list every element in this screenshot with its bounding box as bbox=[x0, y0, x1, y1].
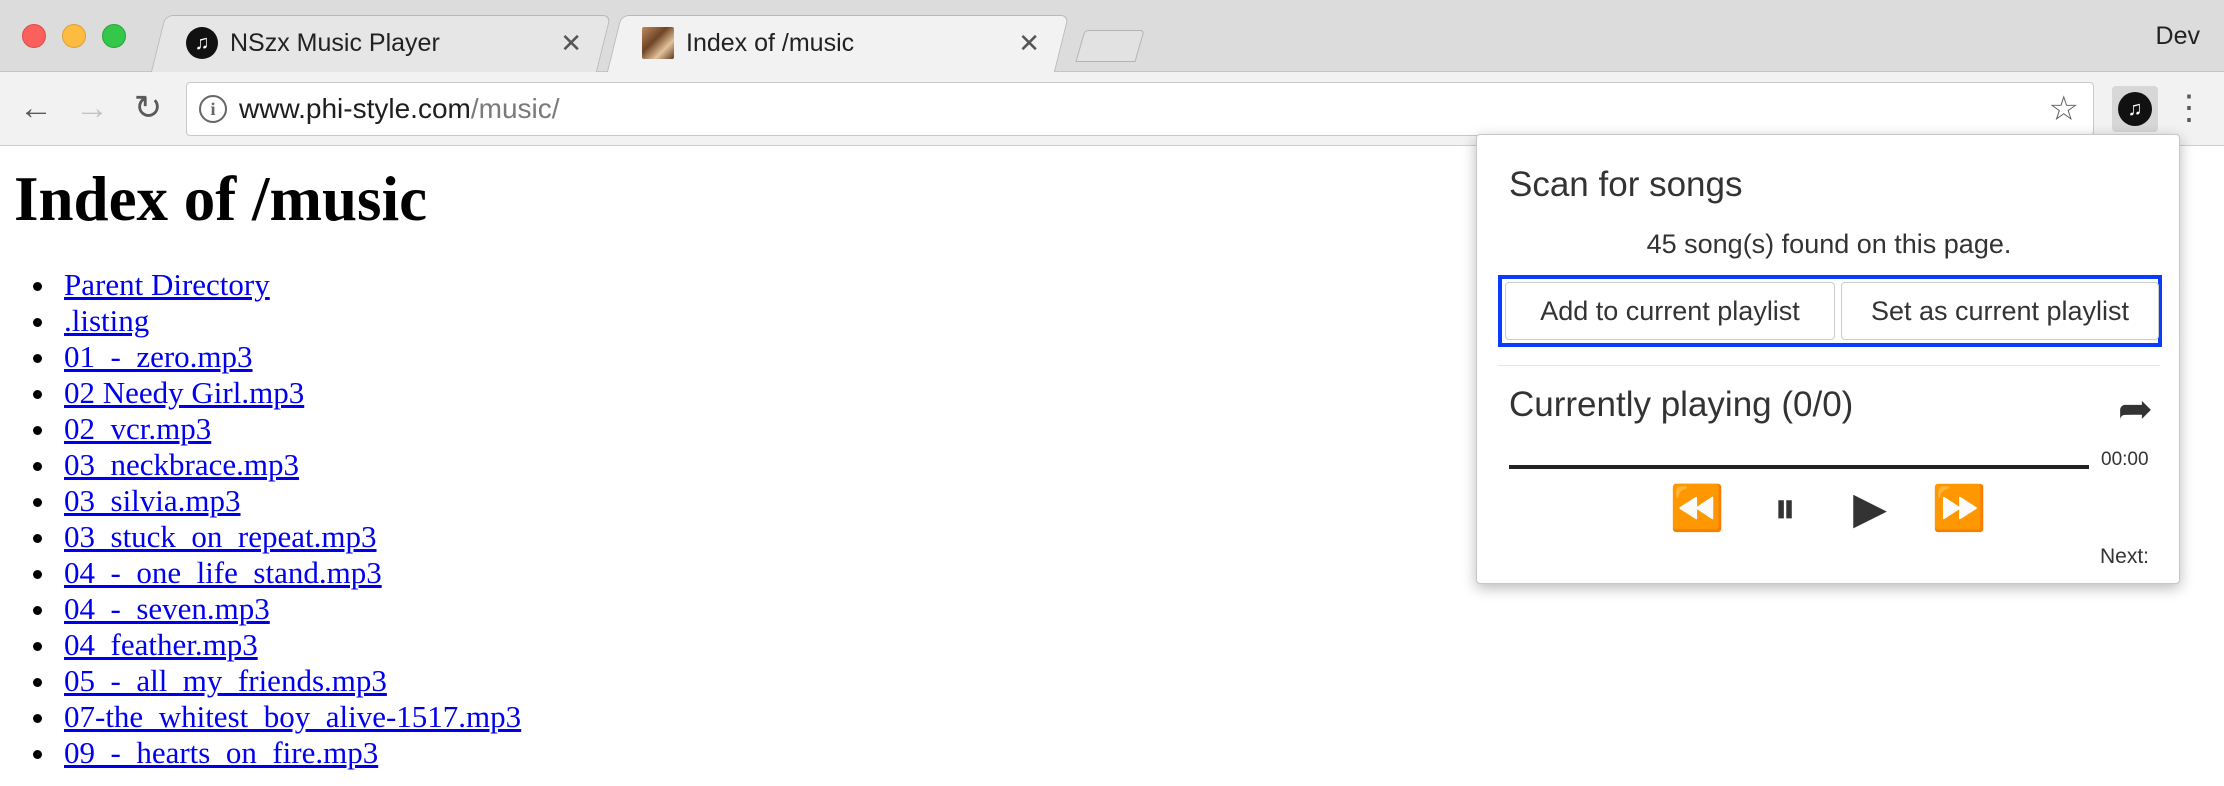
reload-icon[interactable]: ↻ bbox=[128, 88, 168, 128]
zoom-window-button[interactable] bbox=[102, 24, 126, 48]
add-to-playlist-button[interactable]: Add to current playlist bbox=[1505, 282, 1835, 340]
close-window-button[interactable] bbox=[22, 24, 46, 48]
file-link[interactable]: 04_feather.mp3 bbox=[64, 627, 258, 662]
list-item: Parent Directory bbox=[58, 267, 521, 303]
profile-name[interactable]: Dev bbox=[2156, 22, 2200, 51]
file-link[interactable]: 04_-_seven.mp3 bbox=[64, 591, 270, 626]
list-item: .listing bbox=[58, 303, 521, 339]
songs-found-text: 45 song(s) found on this page. bbox=[1646, 229, 2012, 259]
file-link[interactable]: 02_vcr.mp3 bbox=[64, 411, 211, 446]
file-link[interactable]: 03_silvia.mp3 bbox=[64, 483, 241, 518]
info-icon[interactable]: i bbox=[199, 95, 227, 123]
playlist-button-group: Add to current playlist Set as current p… bbox=[1498, 275, 2162, 347]
file-link[interactable]: 07-the_whitest_boy_alive-1517.mp3 bbox=[64, 699, 521, 734]
time-display: 00:00 bbox=[2101, 449, 2149, 470]
file-link[interactable]: Parent Directory bbox=[64, 267, 270, 302]
fast-forward-icon[interactable]: ⏩ bbox=[1931, 483, 1987, 535]
set-as-playlist-button[interactable]: Set as current playlist bbox=[1841, 282, 2159, 340]
list-item: 04_-_one_life_stand.mp3 bbox=[58, 555, 521, 591]
file-link[interactable]: 05_-_all_my_friends.mp3 bbox=[64, 663, 387, 698]
list-item: 07-the_whitest_boy_alive-1517.mp3 bbox=[58, 699, 521, 735]
url-text[interactable]: www.phi-style.com/music/ bbox=[239, 93, 560, 125]
tab-title: NSzx Music Player bbox=[230, 29, 440, 57]
forward-arrow-icon[interactable]: → bbox=[72, 88, 112, 128]
new-tab-button[interactable] bbox=[1075, 30, 1145, 62]
tab-nszx-music-player[interactable]: ♫ NSzx Music Player ✕ bbox=[150, 15, 612, 72]
list-item: 03_neckbrace.mp3 bbox=[58, 447, 521, 483]
divider bbox=[1498, 365, 2160, 366]
tab-index-of-music[interactable]: Index of /music ✕ bbox=[606, 15, 1070, 72]
page-heading: Index of /music bbox=[14, 164, 428, 234]
list-item: 09_-_hearts_on_fire.mp3 bbox=[58, 735, 521, 771]
file-link[interactable]: .listing bbox=[64, 303, 149, 338]
share-arrow-icon[interactable]: ➦ bbox=[2118, 387, 2153, 431]
bookmark-star-icon[interactable]: ☆ bbox=[2049, 91, 2079, 127]
back-arrow-icon[interactable]: ← bbox=[16, 88, 56, 128]
pause-icon[interactable]: ⏸ bbox=[1765, 483, 1805, 535]
music-note-icon: ♫ bbox=[186, 27, 218, 59]
file-link[interactable]: 04_-_one_life_stand.mp3 bbox=[64, 555, 382, 590]
file-list: Parent Directory.listing01_-_zero.mp302 … bbox=[58, 267, 521, 771]
list-item: 03_stuck_on_repeat.mp3 bbox=[58, 519, 521, 555]
list-item: 04_-_seven.mp3 bbox=[58, 591, 521, 627]
tab-strip: ♫ NSzx Music Player ✕ Index of /music ✕ … bbox=[0, 0, 2224, 72]
file-link[interactable]: 01_-_zero.mp3 bbox=[64, 339, 253, 374]
list-item: 02 Needy Girl.mp3 bbox=[58, 375, 521, 411]
page-content: Index of /music Parent Directory.listing… bbox=[14, 146, 521, 771]
music-note-icon: ♫ bbox=[2118, 92, 2152, 126]
extension-popup: Scan for songs 45 song(s) found on this … bbox=[1476, 134, 2180, 584]
close-tab-icon[interactable]: ✕ bbox=[1018, 27, 1040, 59]
rewind-icon[interactable]: ⏪ bbox=[1669, 483, 1725, 535]
list-item: 01_-_zero.mp3 bbox=[58, 339, 521, 375]
list-item: 03_silvia.mp3 bbox=[58, 483, 521, 519]
list-item: 02_vcr.mp3 bbox=[58, 411, 521, 447]
file-link[interactable]: 03_neckbrace.mp3 bbox=[64, 447, 299, 482]
address-bar[interactable]: i www.phi-style.com/music/ ☆ bbox=[186, 82, 2094, 136]
list-item: 04_feather.mp3 bbox=[58, 627, 521, 663]
next-label: Next: bbox=[2099, 545, 2149, 568]
close-tab-icon[interactable]: ✕ bbox=[560, 27, 582, 59]
scan-title: Scan for songs bbox=[1509, 165, 1743, 204]
kebab-menu-icon[interactable]: ⋮ bbox=[2172, 88, 2206, 128]
progress-bar[interactable] bbox=[1509, 465, 2089, 469]
currently-playing-title: Currently playing (0/0) bbox=[1509, 385, 1854, 424]
image-favicon-icon bbox=[642, 27, 674, 59]
file-link[interactable]: 02 Needy Girl.mp3 bbox=[64, 375, 304, 410]
file-link[interactable]: 03_stuck_on_repeat.mp3 bbox=[64, 519, 377, 554]
music-extension-button[interactable]: ♫ bbox=[2112, 86, 2158, 132]
list-item: 05_-_all_my_friends.mp3 bbox=[58, 663, 521, 699]
minimize-window-button[interactable] bbox=[62, 24, 86, 48]
play-icon[interactable]: ▶ bbox=[1847, 483, 1893, 535]
file-link[interactable]: 09_-_hearts_on_fire.mp3 bbox=[64, 735, 378, 770]
tab-title: Index of /music bbox=[686, 29, 855, 57]
